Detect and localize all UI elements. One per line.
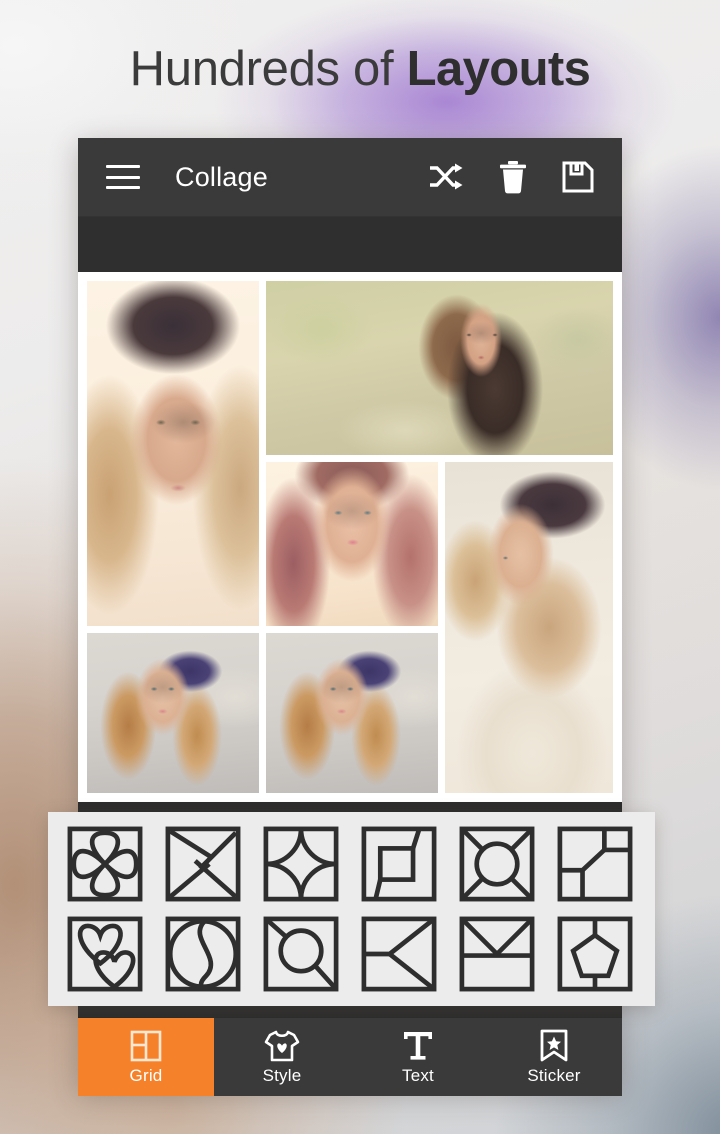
collage-cell-3[interactable] (266, 462, 438, 626)
app-secondary-bar (78, 216, 622, 272)
layout-left-arrow[interactable] (360, 915, 438, 993)
photo-auburn-closeup (266, 462, 438, 626)
collage-grid (87, 281, 613, 793)
layout-offset-square[interactable] (360, 825, 438, 903)
tab-sticker-label: Sticker (527, 1065, 581, 1085)
tab-grid-label: Grid (129, 1065, 163, 1085)
layout-angled-panels[interactable] (556, 825, 634, 903)
layout-envelope[interactable] (458, 915, 536, 993)
app-header-bar: Collage (78, 138, 622, 216)
collage-cell-4[interactable] (445, 462, 613, 793)
collage-subcolumn (266, 462, 438, 793)
layout-yin-yang[interactable] (164, 915, 242, 993)
tab-sticker[interactable]: Sticker (486, 1018, 622, 1096)
tab-style-label: Style (262, 1065, 302, 1085)
layout-flower-petals[interactable] (66, 825, 144, 903)
layout-pentagon[interactable] (556, 915, 634, 993)
page-title-prefix: Hundreds of (129, 42, 407, 96)
collage-cell-1[interactable] (87, 281, 259, 626)
grid-layout-icon (129, 1029, 163, 1063)
page-title-emphasis: Layouts (406, 42, 591, 96)
hamburger-menu-icon[interactable] (106, 165, 140, 189)
photo-blonde-beanie-portrait (87, 281, 259, 626)
tab-style[interactable]: Style (214, 1018, 350, 1096)
grid-layout-row-1 (66, 825, 637, 903)
grid-layout-picker (48, 812, 655, 1006)
bottom-tab-bar: Grid Style Text Sticker (78, 1018, 622, 1096)
layout-circle-rays[interactable] (458, 825, 536, 903)
floppy-save-icon[interactable] (562, 161, 594, 193)
collage-canvas[interactable] (78, 272, 622, 802)
photo-brunette-outdoor (266, 281, 613, 455)
tshirt-heart-icon (264, 1029, 300, 1063)
layout-double-heart[interactable] (66, 915, 144, 993)
grid-layout-row-2 (66, 915, 637, 993)
collage-cell-5[interactable] (266, 633, 438, 793)
photo-cap-girl-street (266, 633, 438, 793)
collage-cell-2[interactable] (266, 281, 613, 455)
layout-circle-diagonal[interactable] (262, 915, 340, 993)
page-title: Hundreds of Layouts (0, 41, 720, 97)
tab-text[interactable]: Text (350, 1018, 486, 1096)
tab-text-label: Text (402, 1065, 434, 1085)
photo-cap-girl-street-left (87, 633, 259, 793)
text-t-icon (401, 1029, 435, 1063)
layout-astroid-star[interactable] (262, 825, 340, 903)
collage-column-main (266, 281, 613, 793)
layout-pinwheel[interactable] (164, 825, 242, 903)
collage-cell-5-left[interactable] (87, 633, 259, 793)
tab-grid[interactable]: Grid (78, 1018, 214, 1096)
collage-column-left (87, 281, 259, 793)
collage-row-lower (266, 462, 613, 793)
app-title: Collage (175, 161, 268, 192)
shuffle-icon[interactable] (428, 162, 464, 192)
bookmark-star-icon (539, 1029, 569, 1063)
trash-icon[interactable] (498, 160, 528, 194)
app-header-actions (428, 160, 594, 194)
photo-profile-beanie (445, 462, 613, 793)
